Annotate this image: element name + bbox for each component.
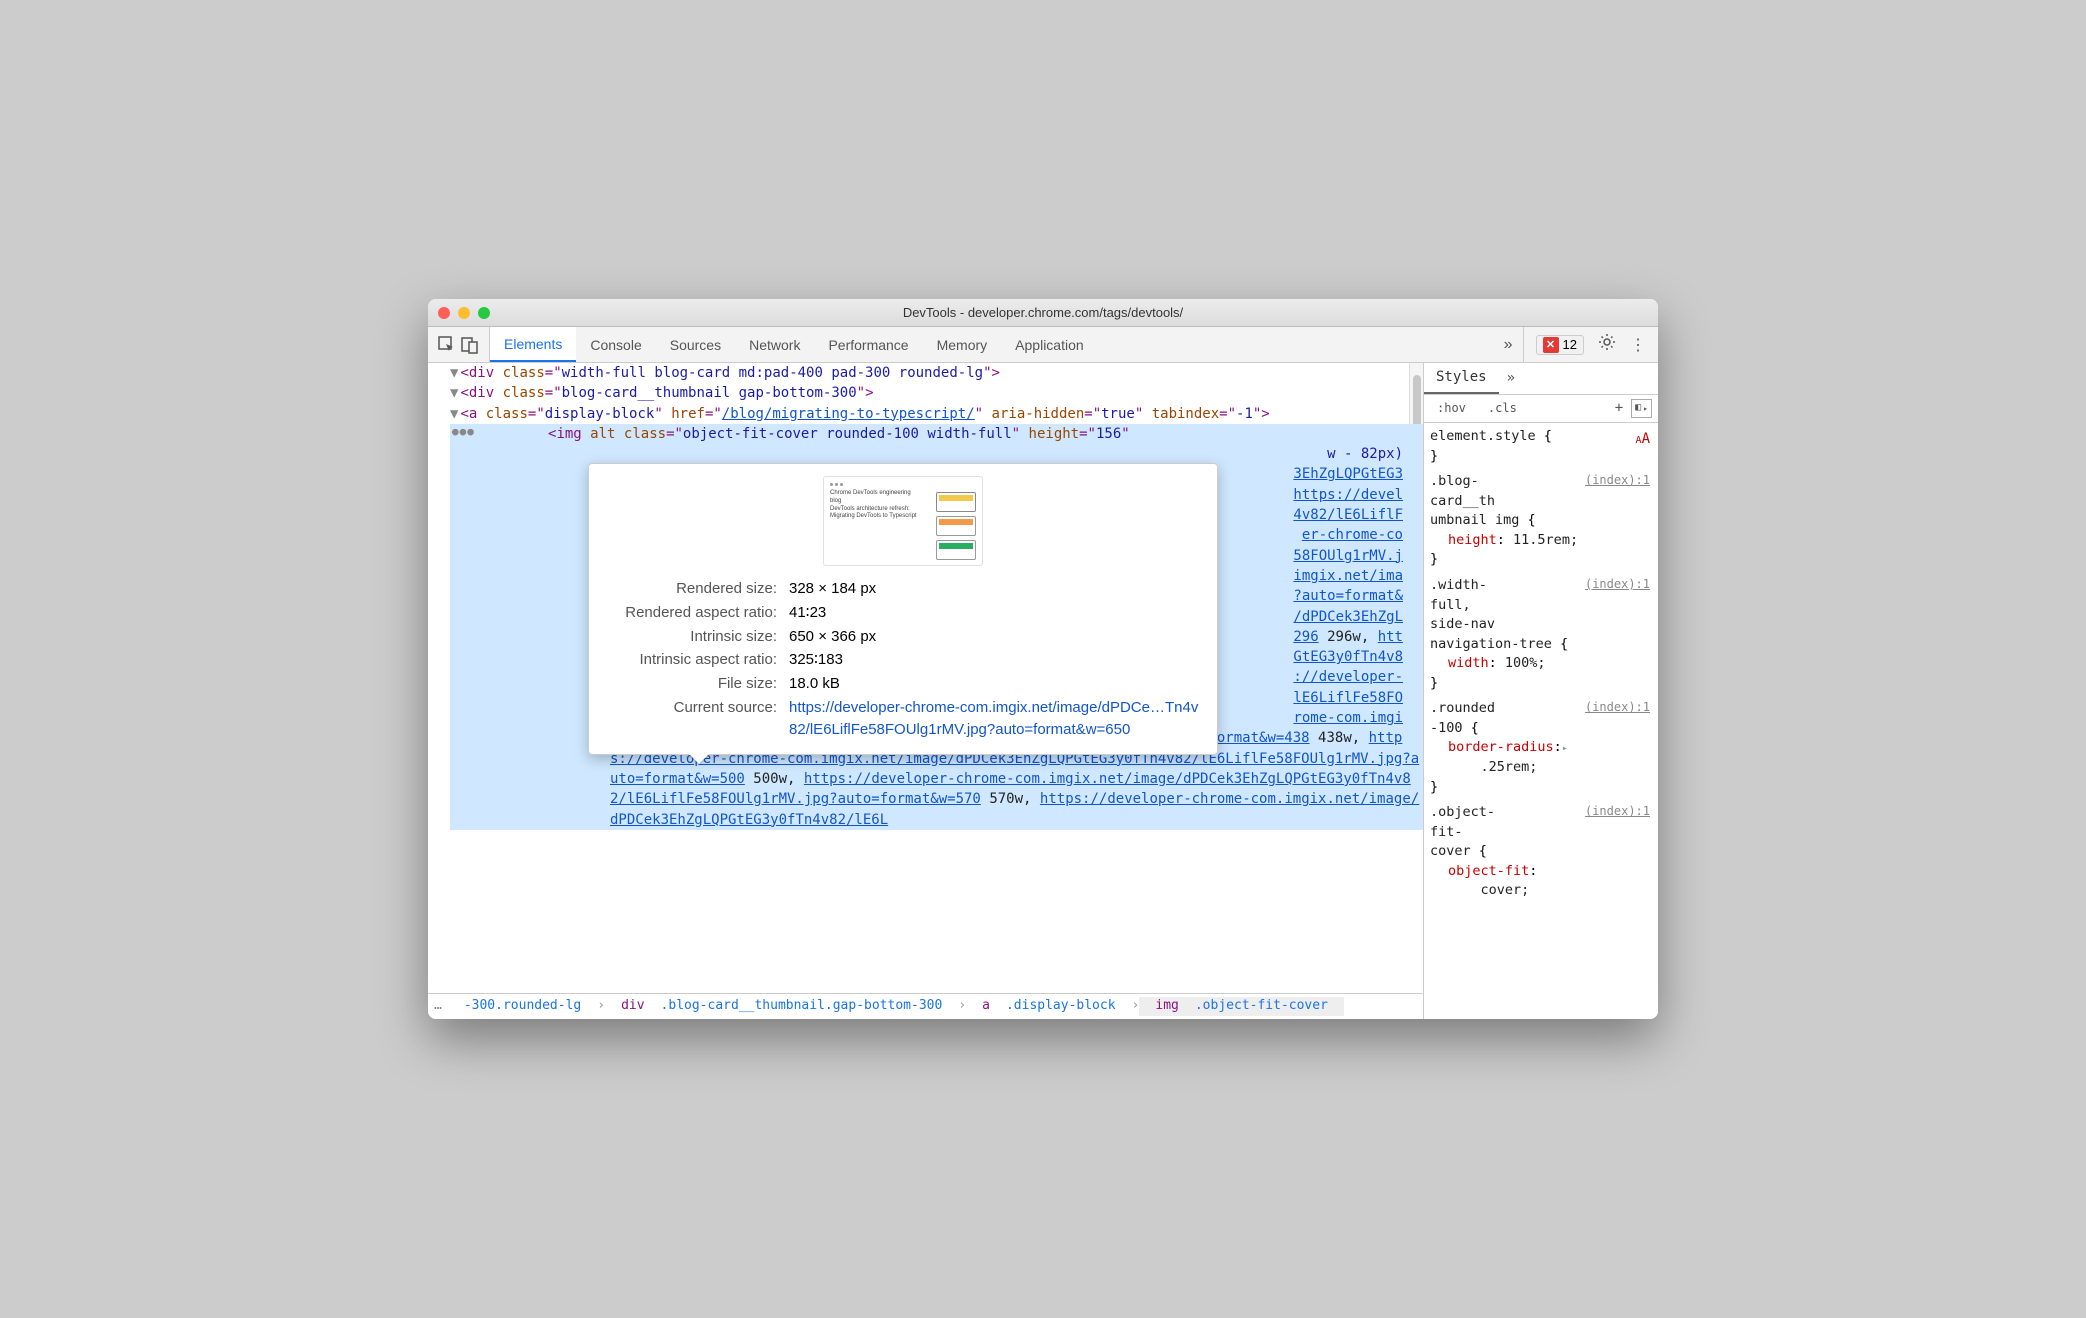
styles-filter-bar: :hov .cls + ◧▸ bbox=[1424, 395, 1658, 423]
more-tabs-icon[interactable]: » bbox=[1494, 336, 1523, 354]
tooltip-label: Rendered aspect ratio: bbox=[607, 602, 787, 624]
kebab-menu-icon[interactable]: ⋮ bbox=[1630, 335, 1646, 355]
dom-node-selected[interactable]: <img alt class="object-fit-cover rounded… bbox=[450, 424, 1423, 444]
tooltip-label: Intrinsic aspect ratio: bbox=[607, 649, 787, 671]
breadcrumb-item[interactable]: -300.rounded-lg bbox=[448, 997, 597, 1016]
tab-memory[interactable]: Memory bbox=[923, 327, 1002, 362]
sidebar-more-icon[interactable]: » bbox=[1499, 368, 1523, 388]
devtools-window: DevTools - developer.chrome.com/tags/dev… bbox=[428, 299, 1658, 1019]
tooltip-value: 328 × 184 px bbox=[789, 578, 1199, 600]
selected-marker-icon: ●●● bbox=[452, 424, 475, 440]
settings-icon[interactable] bbox=[1598, 333, 1616, 356]
css-rule[interactable]: (index):1 .blog-card__thumbnail img { he… bbox=[1430, 472, 1658, 570]
styles-sidebar: Styles » :hov .cls + ◧▸ AA element.style… bbox=[1423, 363, 1658, 1019]
tooltip-value: 41∶23 bbox=[789, 602, 1199, 624]
tab-performance[interactable]: Performance bbox=[814, 327, 922, 362]
thumb-line: Chrome DevTools engineering blog bbox=[830, 490, 918, 506]
dom-node[interactable]: ▼<div class="width-full blog-card md:pad… bbox=[450, 363, 1423, 383]
rule-source[interactable]: (index):1 bbox=[1585, 472, 1658, 489]
sidebar-tab-styles[interactable]: Styles bbox=[1424, 363, 1499, 394]
tab-network[interactable]: Network bbox=[735, 327, 814, 362]
tooltip-label: Rendered size: bbox=[607, 578, 787, 600]
css-rule[interactable]: (index):1 .rounded-100 { border-radius: … bbox=[1430, 699, 1658, 797]
tooltip-label: Intrinsic size: bbox=[607, 626, 787, 648]
css-rules[interactable]: AA element.style {} (index):1 .blog-card… bbox=[1424, 423, 1658, 1019]
error-count: 12 bbox=[1563, 337, 1577, 352]
dom-node[interactable]: ▼<div class="blog-card__thumbnail gap-bo… bbox=[450, 383, 1423, 403]
breadcrumb[interactable]: … -300.rounded-lg › div.blog-card__thumb… bbox=[428, 993, 1423, 1019]
rule-source[interactable]: (index):1 bbox=[1585, 699, 1658, 716]
tooltip-value: 650 × 366 px bbox=[789, 626, 1199, 648]
font-size-icon[interactable]: AA bbox=[1636, 429, 1650, 449]
image-info-tooltip: Chrome DevTools engineering blog DevTool… bbox=[588, 463, 1218, 755]
dom-pane: ▼<div class="width-full blog-card md:pad… bbox=[428, 363, 1423, 1019]
tab-application[interactable]: Application bbox=[1001, 327, 1098, 362]
main-tabbar: Elements Console Sources Network Perform… bbox=[428, 327, 1658, 363]
breadcrumb-item[interactable]: … bbox=[428, 997, 448, 1016]
css-rule[interactable]: element.style {} bbox=[1430, 427, 1658, 466]
tab-elements[interactable]: Elements bbox=[490, 327, 576, 362]
breadcrumb-item[interactable]: div.blog-card__thumbnail.gap-bottom-300 bbox=[605, 997, 958, 1016]
css-rule[interactable]: (index):1 .width-full,side-navnavigation… bbox=[1430, 576, 1658, 693]
thumb-line: Migrating DevTools to Typescript bbox=[830, 513, 918, 521]
inspect-icon[interactable] bbox=[438, 336, 456, 354]
close-icon[interactable] bbox=[438, 307, 450, 319]
tab-console[interactable]: Console bbox=[576, 327, 655, 362]
rule-source[interactable]: (index):1 bbox=[1585, 576, 1658, 593]
layout-toggle-icon[interactable]: ◧▸ bbox=[1631, 399, 1652, 418]
rule-source[interactable]: (index):1 bbox=[1585, 803, 1658, 820]
traffic-lights bbox=[428, 307, 490, 319]
tabs: Elements Console Sources Network Perform… bbox=[490, 327, 1494, 362]
error-x-icon: ✕ bbox=[1543, 337, 1559, 353]
minimize-icon[interactable] bbox=[458, 307, 470, 319]
tab-sources[interactable]: Sources bbox=[656, 327, 735, 362]
zoom-icon[interactable] bbox=[478, 307, 490, 319]
hov-toggle[interactable]: :hov bbox=[1430, 397, 1473, 420]
new-rule-icon[interactable]: + bbox=[1615, 398, 1623, 418]
dom-tree[interactable]: ▼<div class="width-full blog-card md:pad… bbox=[428, 363, 1423, 993]
dom-node[interactable]: ▼<a class="display-block" href="/blog/mi… bbox=[450, 404, 1423, 424]
tooltip-label: Current source: bbox=[607, 697, 787, 741]
css-rule[interactable]: (index):1 .object-fit-cover { object-fit… bbox=[1430, 803, 1658, 901]
titlebar: DevTools - developer.chrome.com/tags/dev… bbox=[428, 299, 1658, 327]
tooltip-table: Rendered size:328 × 184 px Rendered aspe… bbox=[605, 576, 1201, 742]
tooltip-label: File size: bbox=[607, 673, 787, 695]
tooltip-thumbnail: Chrome DevTools engineering blog DevTool… bbox=[823, 476, 983, 566]
sidebar-tabs: Styles » bbox=[1424, 363, 1658, 395]
tooltip-value: 325∶183 bbox=[789, 649, 1199, 671]
cls-toggle[interactable]: .cls bbox=[1481, 397, 1524, 420]
breadcrumb-item-selected[interactable]: img.object-fit-cover bbox=[1139, 997, 1344, 1016]
main-content: ▼<div class="width-full blog-card md:pad… bbox=[428, 363, 1658, 1019]
device-toggle-icon[interactable] bbox=[461, 336, 479, 354]
thumb-line: DevTools architecture refresh: bbox=[830, 506, 918, 514]
error-badge[interactable]: ✕ 12 bbox=[1536, 335, 1584, 355]
tooltip-value: 18.0 kB bbox=[789, 673, 1199, 695]
tooltip-value-link[interactable]: https://developer-chrome-com.imgix.net/i… bbox=[789, 697, 1199, 741]
window-title: DevTools - developer.chrome.com/tags/dev… bbox=[428, 305, 1658, 320]
breadcrumb-item[interactable]: a.display-block bbox=[966, 997, 1131, 1016]
